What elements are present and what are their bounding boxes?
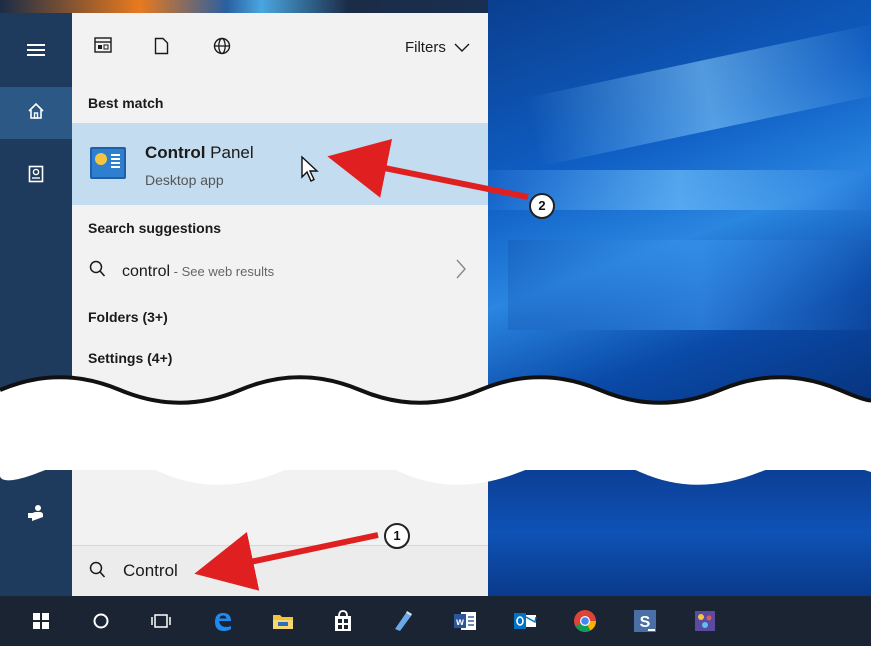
arrow-step-1 [194, 531, 379, 591]
snagit-icon[interactable]: S [620, 596, 670, 646]
taskbar: w S [0, 596, 871, 646]
svg-text:S: S [640, 614, 651, 631]
chrome-icon[interactable] [560, 596, 610, 646]
outlook-icon[interactable] [500, 596, 550, 646]
file-explorer-icon[interactable] [258, 596, 308, 646]
screenshot-scene: Filters Best match Control Panel Desktop… [0, 0, 871, 646]
paint-app-icon[interactable] [680, 596, 730, 646]
edge-icon[interactable] [198, 596, 248, 646]
task-view-icon[interactable] [136, 596, 186, 646]
word-icon[interactable]: w [440, 596, 490, 646]
cortana-icon[interactable] [76, 596, 126, 646]
arrow-step-2 [327, 138, 529, 200]
windows-icon[interactable] [16, 596, 66, 646]
pen-app-icon[interactable] [378, 596, 428, 646]
svg-text:w: w [455, 617, 464, 628]
annotation-arrows [194, 138, 529, 591]
step-2-badge: 2 [529, 193, 555, 219]
store-icon[interactable] [318, 596, 368, 646]
step-1-badge: 1 [384, 523, 410, 549]
